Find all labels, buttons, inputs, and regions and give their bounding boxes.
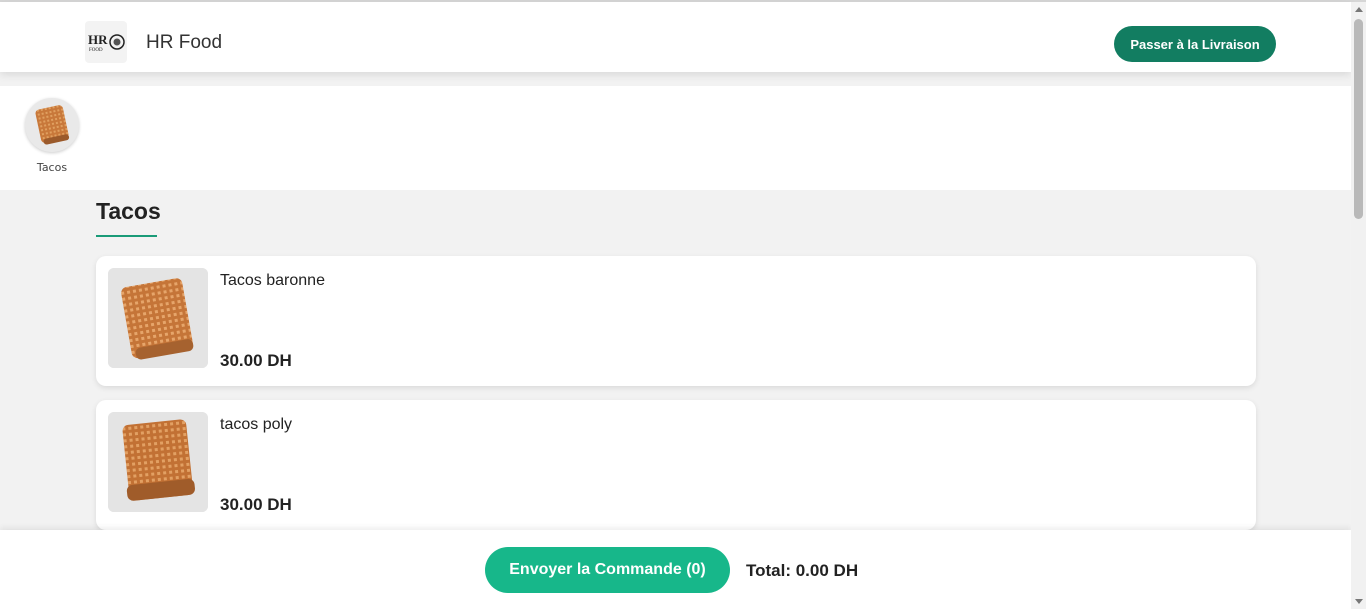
tacos-baronne-image-icon	[108, 268, 208, 368]
product-name: Tacos baronne	[220, 272, 325, 289]
product-name: tacos poly	[220, 416, 293, 433]
scroll-down-icon[interactable]	[1355, 599, 1363, 604]
category-item-tacos[interactable]: Tacos	[24, 98, 80, 174]
send-order-button[interactable]: Envoyer la Commande (0)	[485, 547, 730, 593]
product-price: 30.00 DH	[220, 351, 292, 370]
scroll-up-icon[interactable]	[1355, 7, 1363, 12]
section-title: Tacos	[96, 198, 161, 224]
svg-text:HR: HR	[88, 32, 108, 47]
svg-text:FOOD: FOOD	[89, 48, 103, 53]
header: HR FOOD HR Food Passer à la Livraison	[0, 2, 1351, 72]
scroll-thumb[interactable]	[1354, 19, 1363, 219]
page-scrollbar[interactable]	[1351, 2, 1366, 609]
order-total: Total: 0.00 DH	[746, 561, 859, 580]
delivery-button[interactable]: Passer à la Livraison	[1114, 26, 1276, 62]
order-footer: Envoyer la Commande (0) Total: 0.00 DH	[0, 530, 1351, 609]
brand-name: HR Food	[146, 32, 223, 53]
product-card[interactable]: Tacos baronne 30.00 DH	[96, 256, 1256, 386]
logo[interactable]: HR FOOD	[85, 21, 127, 63]
product-card[interactable]: tacos poly 30.00 DH	[96, 400, 1256, 530]
product-image	[108, 412, 208, 512]
product-price: 30.00 DH	[220, 495, 292, 514]
tacos-image-icon	[35, 105, 70, 145]
logo-mark-icon: HR FOOD	[88, 32, 125, 53]
product-image	[108, 268, 208, 368]
tacos-poly-image-icon	[108, 412, 208, 512]
category-thumbnail	[25, 98, 79, 152]
category-strip: Tacos	[0, 86, 1351, 190]
category-label: Tacos	[36, 161, 68, 174]
section-underline	[96, 235, 157, 237]
